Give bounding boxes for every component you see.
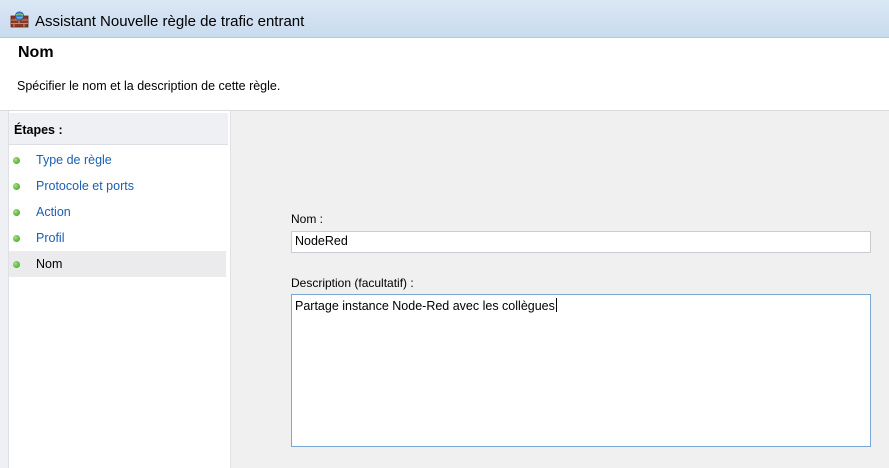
step-label: Protocole et ports <box>36 179 134 193</box>
step-rule-type[interactable]: Type de règle <box>9 147 226 173</box>
step-current-icon <box>13 261 20 268</box>
step-protocol-ports[interactable]: Protocole et ports <box>9 173 226 199</box>
step-label: Nom <box>36 257 63 271</box>
step-profile[interactable]: Profil <box>9 225 226 251</box>
page-subtitle: Spécifier le nom et la description de ce… <box>17 79 281 93</box>
steps-heading-label: Étapes : <box>14 123 63 137</box>
left-frame <box>0 111 9 468</box>
firewall-icon <box>10 11 29 28</box>
step-label: Profil <box>36 231 65 245</box>
description-textarea[interactable]: Partage instance Node-Red avec les collè… <box>291 294 871 447</box>
text-caret <box>555 298 557 312</box>
name-input[interactable]: NodeRed <box>291 231 871 253</box>
wizard-content: Nom : NodeRed Description (facultatif) :… <box>230 111 889 468</box>
description-label: Description (facultatif) : <box>291 276 414 290</box>
steps-panel: Étapes : Type de règle Protocole et port… <box>9 113 230 468</box>
step-complete-icon <box>13 157 20 164</box>
step-complete-icon <box>13 209 20 216</box>
name-label: Nom : <box>291 212 324 226</box>
step-action[interactable]: Action <box>9 199 226 225</box>
page-title: Nom <box>18 44 54 61</box>
wizard-header: Nom Spécifier le nom et la description d… <box>0 38 889 111</box>
step-name: Nom <box>9 251 226 277</box>
description-text: Partage instance Node-Red avec les collè… <box>295 299 555 313</box>
window-title: Assistant Nouvelle règle de trafic entra… <box>35 13 305 30</box>
step-label: Action <box>36 205 71 219</box>
steps-heading: Étapes : <box>9 113 228 145</box>
step-complete-icon <box>13 235 20 242</box>
step-complete-icon <box>13 183 20 190</box>
step-label: Type de règle <box>36 153 112 167</box>
title-bar: Assistant Nouvelle règle de trafic entra… <box>0 0 889 38</box>
